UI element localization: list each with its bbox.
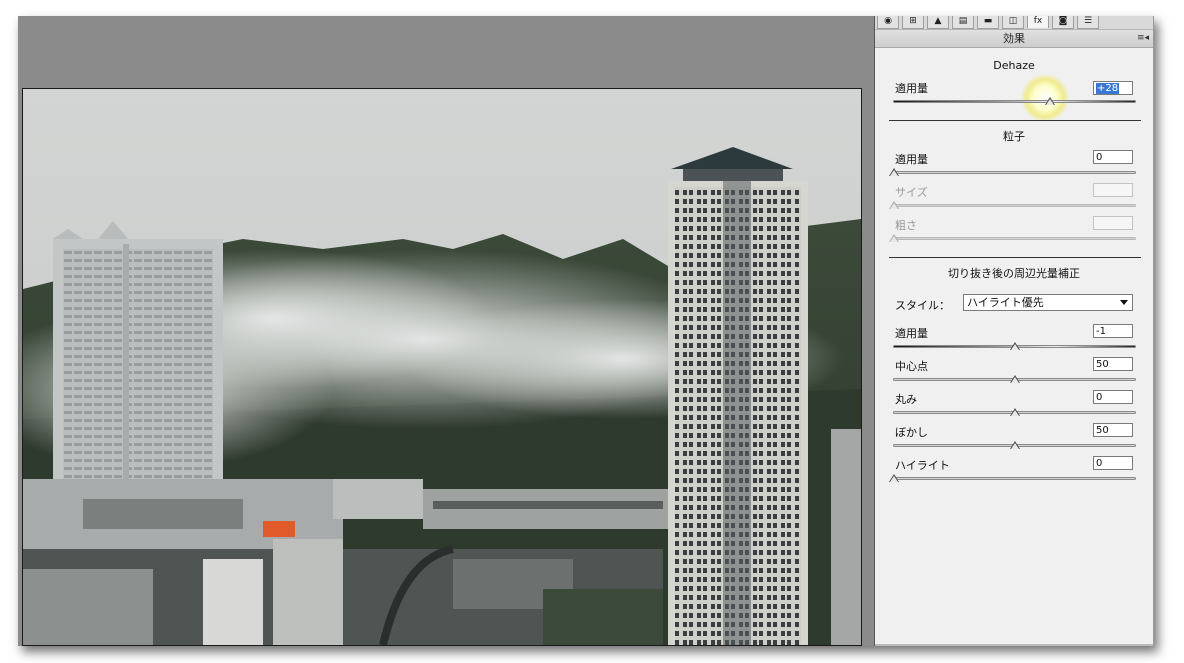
vignette-style-select[interactable]: ハイライト優先: [963, 294, 1133, 311]
vignette-roundness-thumb[interactable]: [1010, 408, 1020, 416]
vignette-roundness-label: 丸み: [895, 393, 917, 406]
vignette-amount-thumb[interactable]: [1010, 342, 1020, 350]
tab-basic[interactable]: ◉: [877, 16, 899, 29]
panel-menu-icon[interactable]: ≡◂: [1137, 30, 1149, 47]
dehaze-amount-slider[interactable]: [893, 100, 1136, 103]
vignette-feather-thumb[interactable]: [1010, 441, 1020, 449]
grain-title: 粒子: [1003, 130, 1025, 143]
panel-tab-bar: ◉ ⊞ ▲ ▤ ▬ ◫ fx ◙ ☰: [875, 16, 1153, 30]
divider: [889, 257, 1141, 258]
dehaze-amount-field[interactable]: +28: [1093, 81, 1133, 95]
grain-size-slider[interactable]: [893, 204, 1136, 207]
vignette-midpoint-label: 中心点: [895, 360, 928, 373]
photo-preview[interactable]: [22, 88, 862, 646]
grain-amount-thumb[interactable]: [889, 168, 899, 176]
dehaze-title: Dehaze: [993, 59, 1035, 72]
grain-size-label: サイズ: [895, 186, 928, 199]
vignette-highlights-thumb[interactable]: [889, 474, 899, 482]
tab-lens[interactable]: ◫: [1002, 16, 1024, 29]
vignette-amount-field[interactable]: -1: [1093, 324, 1133, 338]
vignette-roundness-field[interactable]: 0: [1093, 390, 1133, 404]
tab-detail[interactable]: ▲: [927, 16, 949, 29]
grain-amount-label: 適用量: [895, 153, 928, 166]
vignette-amount-label: 適用量: [895, 327, 928, 340]
tab-camera[interactable]: ◙: [1052, 16, 1074, 29]
grain-amount-field[interactable]: 0: [1093, 150, 1133, 164]
dehaze-amount-label: 適用量: [895, 82, 928, 95]
vignette-feather-field[interactable]: 50: [1093, 423, 1133, 437]
tab-tone-curve[interactable]: ⊞: [902, 16, 924, 29]
adjustment-panel: ◉ ⊞ ▲ ▤ ▬ ◫ fx ◙ ☰ 効果 ≡◂ Dehaze 適用量 +28: [874, 16, 1154, 646]
grain-size-thumb[interactable]: [889, 201, 899, 209]
vignette-midpoint-field[interactable]: 50: [1093, 357, 1133, 371]
vignette-title: 切り抜き後の周辺光量補正: [948, 267, 1080, 280]
vignette-style-label: スタイル：: [895, 299, 950, 312]
vignette-feather-label: ぼかし: [895, 426, 928, 439]
screenshot-frame: ◉ ⊞ ▲ ▤ ▬ ◫ fx ◙ ☰ 効果 ≡◂ Dehaze 適用量 +28: [18, 16, 1154, 646]
tab-effects[interactable]: fx: [1027, 16, 1049, 28]
grain-roughness-label: 粗さ: [895, 219, 917, 232]
dehaze-amount-value: +28: [1096, 83, 1120, 94]
section-header: 効果 ≡◂: [875, 30, 1153, 48]
tab-presets[interactable]: ☰: [1077, 16, 1099, 29]
vignette-style-value: ハイライト優先: [967, 296, 1044, 309]
photo-image: [23, 89, 861, 645]
grain-amount-slider[interactable]: [893, 171, 1136, 174]
grain-roughness-slider[interactable]: [893, 237, 1136, 240]
tab-hsl[interactable]: ▤: [952, 16, 974, 29]
grain-roughness-thumb[interactable]: [889, 234, 899, 242]
divider: [889, 120, 1141, 121]
dehaze-amount-thumb[interactable]: [1045, 97, 1055, 105]
tab-split-toning[interactable]: ▬: [977, 16, 999, 29]
panel-bottom-edge: [875, 644, 1153, 646]
vignette-highlights-field[interactable]: 0: [1093, 456, 1133, 470]
grain-size-field[interactable]: [1093, 183, 1133, 197]
vignette-highlights-slider[interactable]: [893, 477, 1136, 480]
chevron-down-icon: [1120, 300, 1128, 305]
vignette-highlights-label: ハイライト: [895, 459, 950, 472]
grain-roughness-field[interactable]: [1093, 216, 1133, 230]
section-title: 効果: [1003, 32, 1025, 45]
vignette-midpoint-thumb[interactable]: [1010, 375, 1020, 383]
